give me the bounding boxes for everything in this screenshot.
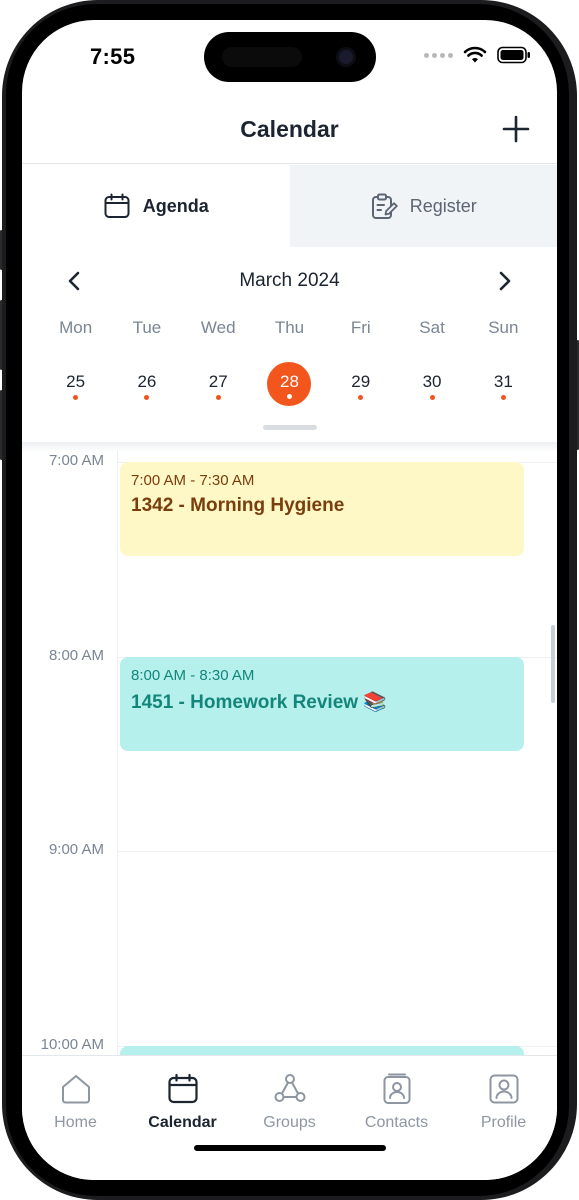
- hour-label: 7:00 AM: [48, 452, 104, 469]
- tab-profile[interactable]: Profile: [450, 1056, 557, 1180]
- tab-agenda-label: Agenda: [142, 195, 209, 216]
- day-number: 28: [280, 372, 299, 391]
- day-cell[interactable]: 27: [183, 360, 254, 408]
- scrollbar[interactable]: [551, 625, 555, 703]
- day-cell[interactable]: 29: [325, 360, 396, 408]
- event-indicator-dot: [429, 395, 435, 400]
- island-sensor: [222, 47, 302, 67]
- bottom-tab-bar: Home Calendar Groups Contacts Profile: [22, 1055, 557, 1180]
- wifi-icon: [463, 46, 487, 63]
- groups-icon: [274, 1074, 305, 1102]
- tab-register-label: Register: [409, 195, 477, 216]
- weekday-header: Mon Tue Wed Thu Fri Sat Sun: [40, 318, 539, 338]
- day-number: 29: [351, 372, 371, 391]
- month-label: March 2024: [239, 270, 340, 291]
- day-timeline[interactable]: 7:00 AM 8:00 AM 9:00 AM 10:00 AM 7:00 AM…: [22, 450, 557, 1055]
- day-cell[interactable]: 30: [396, 360, 467, 408]
- timeline-divider: [117, 450, 118, 1055]
- event-card[interactable]: 8:00 AM - 8:30 AM 1451 - Homework Review…: [120, 657, 524, 751]
- profile-icon: [489, 1074, 518, 1104]
- clipboard-edit-icon: [371, 193, 398, 219]
- event-indicator-dot: [73, 395, 79, 400]
- home-indicator: [194, 1145, 386, 1151]
- day-number: 30: [422, 372, 442, 391]
- next-week-button[interactable]: [491, 268, 517, 294]
- day-cell-selected[interactable]: 28: [254, 360, 325, 408]
- view-switcher: Agenda Register: [22, 165, 557, 247]
- phone-frame: 7:55 Calendar Agenda Register March 2024…: [0, 0, 579, 1200]
- day-cell[interactable]: 26: [111, 360, 182, 408]
- event-title: 1342 - Morning Hygiene: [131, 495, 345, 516]
- plus-icon: [502, 115, 530, 143]
- day-number: 27: [208, 372, 228, 391]
- month-navigation: March 2024: [22, 266, 557, 296]
- event-indicator-dot: [144, 395, 150, 400]
- event-time: 7:00 AM - 7:30 AM: [131, 472, 255, 489]
- tab-groups[interactable]: Groups: [236, 1056, 343, 1180]
- hour-label: 10:00 AM: [40, 1036, 104, 1053]
- page-title: Calendar: [240, 116, 339, 142]
- weekday-label: Sun: [488, 318, 519, 337]
- day-cell[interactable]: 31: [468, 360, 539, 408]
- event-title: 1451 - Homework Review 📚: [131, 692, 387, 713]
- app-header: Calendar: [22, 100, 557, 164]
- tab-home[interactable]: Home: [22, 1056, 129, 1180]
- battery-icon: [497, 46, 530, 64]
- event-indicator-dot: [358, 395, 364, 400]
- week-days: 25 26 27 28 29 30 31: [40, 360, 539, 408]
- calendar-icon: [167, 1073, 198, 1104]
- day-number: 26: [137, 372, 157, 391]
- weekday-label: Tue: [132, 318, 162, 337]
- tab-agenda[interactable]: Agenda: [22, 165, 290, 247]
- event-card-partial[interactable]: [120, 1046, 524, 1055]
- weekday-label: Wed: [200, 318, 236, 337]
- tab-contacts[interactable]: Contacts: [343, 1056, 450, 1180]
- add-event-button[interactable]: [501, 114, 531, 144]
- weekday-label: Fri: [350, 318, 371, 337]
- status-time: 7:55: [90, 44, 136, 69]
- tab-groups-label: Groups: [263, 1114, 316, 1131]
- hour-gridline: [118, 851, 557, 852]
- event-card[interactable]: 7:00 AM - 7:30 AM 1342 - Morning Hygiene: [120, 462, 524, 556]
- tab-profile-label: Profile: [480, 1114, 527, 1131]
- calendar-icon: [104, 193, 130, 218]
- event-indicator-dot: [286, 394, 292, 399]
- event-time: 8:00 AM - 8:30 AM: [131, 667, 255, 684]
- event-indicator-dot: [215, 395, 221, 400]
- weekday-label: Mon: [59, 318, 93, 337]
- day-cell[interactable]: 25: [40, 360, 111, 408]
- tab-calendar[interactable]: Calendar: [129, 1056, 236, 1180]
- weekday-label: Sat: [419, 318, 445, 337]
- camera-icon: [336, 47, 356, 67]
- contacts-icon: [383, 1073, 410, 1104]
- chevron-right-icon: [499, 271, 511, 291]
- hour-label: 9:00 AM: [48, 841, 104, 858]
- day-number: 25: [66, 372, 86, 391]
- home-icon: [61, 1075, 90, 1104]
- tab-calendar-label: Calendar: [148, 1114, 217, 1131]
- event-indicator-dot: [500, 395, 506, 400]
- tab-register[interactable]: Register: [289, 165, 557, 247]
- day-number: 31: [493, 372, 513, 391]
- weekday-label: Thu: [274, 318, 305, 337]
- calendar-drag-handle[interactable]: [263, 425, 317, 430]
- hour-label: 8:00 AM: [48, 647, 104, 664]
- tab-home-label: Home: [54, 1114, 97, 1131]
- cellular-signal-icon: [424, 52, 453, 58]
- dynamic-island: [204, 32, 376, 82]
- status-icons: [424, 46, 531, 64]
- tab-contacts-label: Contacts: [364, 1114, 429, 1131]
- screen: 7:55 Calendar Agenda Register March 2024…: [22, 20, 557, 1180]
